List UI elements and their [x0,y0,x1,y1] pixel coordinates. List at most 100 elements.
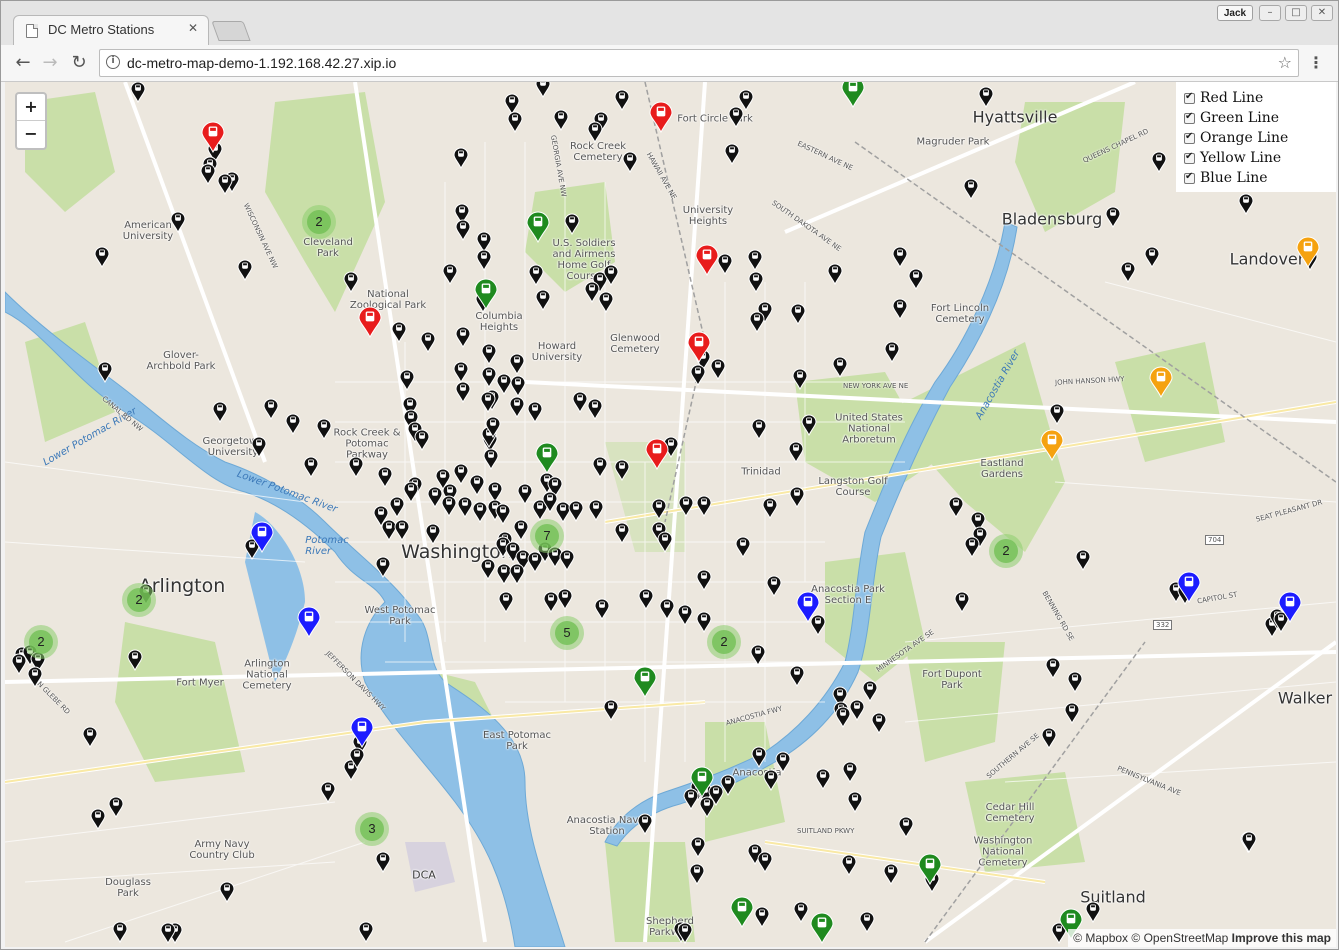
bus-stop-marker[interactable] [614,522,630,544]
bus-stop-marker[interactable] [747,249,763,271]
bus-stop-marker[interactable] [1041,727,1057,749]
blue-line-station-marker[interactable] [1177,571,1201,603]
bus-stop-marker[interactable] [598,291,614,313]
bus-stop-marker[interactable] [827,263,843,285]
marker-cluster[interactable]: 2 [707,625,741,659]
bus-stop-marker[interactable] [659,598,675,620]
bus-stop-marker[interactable] [657,531,673,553]
green-line-station-marker[interactable] [841,82,865,108]
bus-stop-marker[interactable] [696,611,712,633]
bus-stop-marker[interactable] [892,246,908,268]
bus-stop-marker[interactable] [792,368,808,390]
info-icon[interactable]: i [106,55,120,69]
bus-stop-marker[interactable] [584,281,600,303]
red-line-station-marker[interactable] [645,438,669,470]
bus-stop-marker[interactable] [710,358,726,380]
bus-stop-marker[interactable] [754,906,770,928]
blue-line-station-marker[interactable] [350,716,374,748]
bus-stop-marker[interactable] [535,289,551,311]
bus-stop-marker[interactable] [883,863,899,885]
marker-cluster[interactable]: 3 [355,812,389,846]
bus-stop-marker[interactable] [849,699,865,721]
bus-stop-marker[interactable] [553,109,569,131]
bus-stop-marker[interactable] [495,503,511,525]
zoom-out-button[interactable]: − [17,121,45,147]
bus-stop-marker[interactable] [509,396,525,418]
green-line-station-marker[interactable] [474,278,498,310]
bus-stop-marker[interactable] [485,416,501,438]
bus-stop-marker[interactable] [394,519,410,541]
orange-line-checkbox[interactable] [1184,131,1195,144]
url-text[interactable]: dc-metro-map-demo-1.192.168.42.27.xip.io [127,55,396,71]
blue-line-station-marker[interactable] [1278,591,1302,623]
blue-line-station-marker[interactable] [297,606,321,638]
bus-stop-marker[interactable] [559,549,575,571]
bus-stop-marker[interactable] [789,486,805,508]
bus-stop-marker[interactable] [108,796,124,818]
bus-stop-marker[interactable] [160,922,176,944]
bus-stop-marker[interactable] [622,151,638,173]
bus-stop-marker[interactable] [455,381,471,403]
bus-stop-marker[interactable] [303,456,319,478]
layer-orange-line[interactable]: Orange Line [1184,128,1328,148]
marker-cluster[interactable]: 7 [530,519,564,553]
bus-stop-marker[interactable] [375,851,391,873]
bus-stop-marker[interactable] [790,303,806,325]
bus-stop-marker[interactable] [358,921,374,943]
layer-green-line[interactable]: Green Line [1184,108,1328,128]
blue-line-station-marker[interactable] [250,521,274,553]
bus-stop-marker[interactable] [480,391,496,413]
bus-stop-marker[interactable] [717,253,733,275]
bus-stop-marker[interactable] [1067,671,1083,693]
bus-stop-marker[interactable] [587,121,603,143]
bus-stop-marker[interactable] [527,401,543,423]
bus-stop-marker[interactable] [455,219,471,241]
osm-attribution-link[interactable]: © OpenStreetMap [1131,931,1228,945]
bus-stop-marker[interactable] [200,163,216,185]
red-line-station-marker[interactable] [358,306,382,338]
bus-stop-marker[interactable] [954,591,970,613]
bus-stop-marker[interactable] [638,588,654,610]
bus-stop-marker[interactable] [898,816,914,838]
bus-stop-marker[interactable] [842,761,858,783]
bus-stop-marker[interactable] [316,418,332,440]
bus-stop-marker[interactable] [835,706,851,728]
bus-stop-marker[interactable] [343,271,359,293]
bus-stop-marker[interactable] [841,854,857,876]
bus-stop-marker[interactable] [1151,151,1167,173]
marker-cluster[interactable]: 2 [989,534,1023,568]
bus-stop-marker[interactable] [762,497,778,519]
bus-stop-marker[interactable] [441,495,457,517]
red-line-station-marker[interactable] [695,244,719,276]
bus-stop-marker[interactable] [389,496,405,518]
bus-stop-marker[interactable] [847,791,863,813]
reload-button[interactable]: ↻ [68,52,90,74]
bus-stop-marker[interactable] [978,86,994,108]
bookmark-star-icon[interactable]: ☆ [1278,53,1292,72]
bus-stop-marker[interactable] [403,481,419,503]
bus-stop-marker[interactable] [789,665,805,687]
bus-stop-marker[interactable] [97,361,113,383]
orange-line-station-marker[interactable] [1149,366,1173,398]
green-line-station-marker[interactable] [730,896,754,928]
bus-stop-marker[interactable] [720,774,736,796]
green-line-station-marker[interactable] [526,211,550,243]
minimize-button[interactable]: – [1259,5,1281,21]
bus-stop-marker[interactable] [892,298,908,320]
bus-stop-marker[interactable] [859,911,875,933]
bus-stop-marker[interactable] [453,463,469,485]
forward-button[interactable]: → [39,52,61,74]
red-line-station-marker[interactable] [649,101,673,133]
improve-map-link[interactable]: Improve this map [1232,931,1331,945]
bus-stop-marker[interactable] [457,496,473,518]
bus-stop-marker[interactable] [528,264,544,286]
bus-stop-marker[interactable] [1144,246,1160,268]
bus-stop-marker[interactable] [564,213,580,235]
profile-button[interactable]: Jack [1217,5,1253,21]
bus-stop-marker[interactable] [637,813,653,835]
bus-stop-marker[interactable] [94,246,110,268]
bus-stop-marker[interactable] [603,264,619,286]
bus-stop-marker[interactable] [391,321,407,343]
bus-stop-marker[interactable] [1120,261,1136,283]
bus-stop-marker[interactable] [217,173,233,195]
